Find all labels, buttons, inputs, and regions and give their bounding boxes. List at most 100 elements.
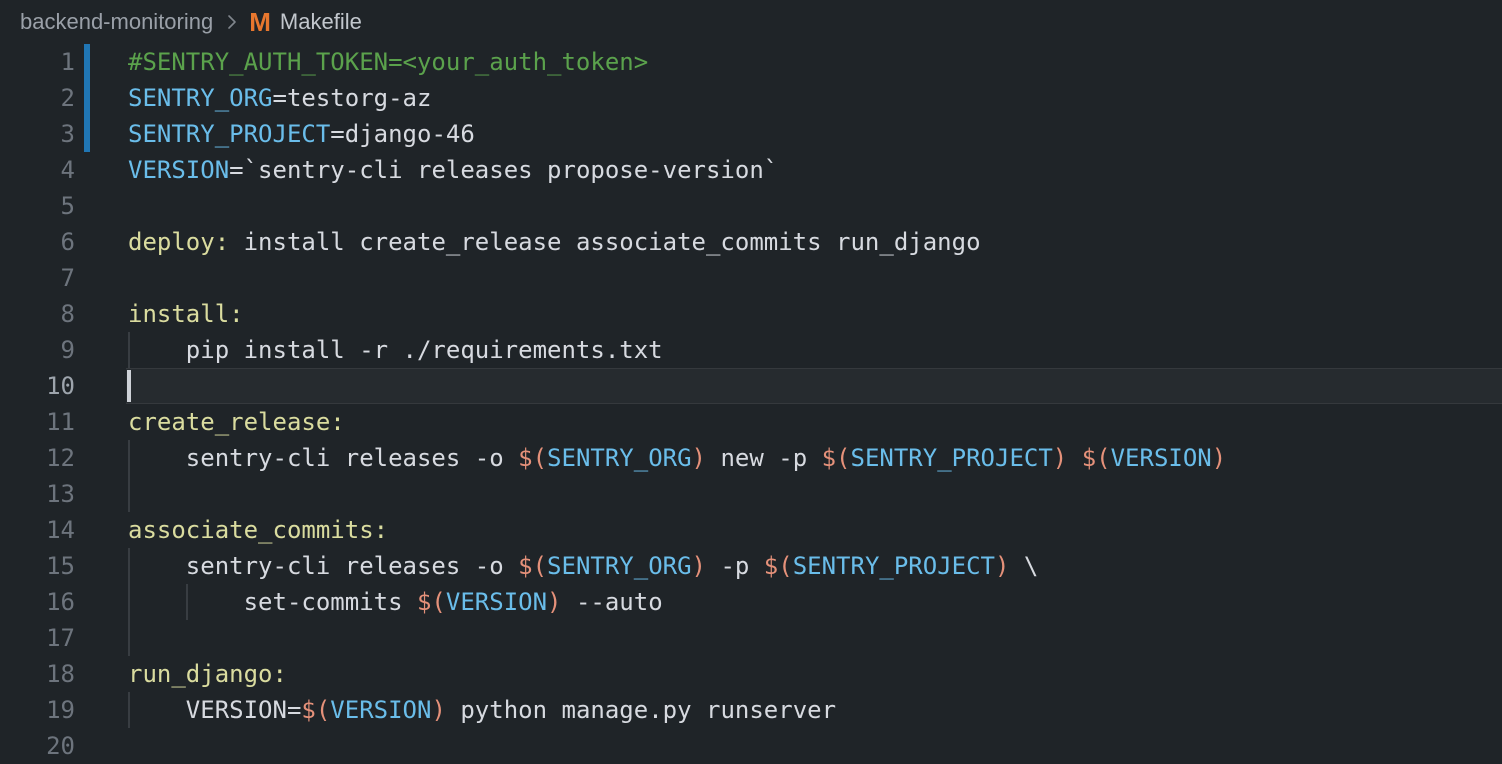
code-line: 3 SENTRY_PROJECT=django-46 (0, 116, 1502, 152)
code-line-text[interactable]: #SENTRY_AUTH_TOKEN=<your_auth_token> (128, 44, 648, 80)
code-line: 12 sentry-cli releases -o $(SENTRY_ORG) … (0, 440, 1502, 476)
code-editor: backend-monitoring M Makefile 1#SENTRY_A… (0, 0, 1502, 764)
code-line: 8 install: (0, 296, 1502, 332)
token-var: SENTRY_PROJECT (851, 444, 1053, 472)
code-line: 13 (0, 476, 1502, 512)
token-interp: $( (417, 588, 446, 616)
line-number: 18 (0, 656, 75, 692)
token-plain (1067, 444, 1081, 472)
makefile-icon: M (249, 9, 271, 35)
code-line-text[interactable]: VERSION=`sentry-cli releases propose-ver… (128, 152, 778, 188)
line-number: 8 (0, 296, 75, 332)
token-target: associate_commits: (128, 516, 388, 544)
line-number: 10 (0, 368, 75, 404)
line-number: 9 (0, 332, 75, 368)
breadcrumb: backend-monitoring M Makefile (0, 0, 1502, 44)
code-line-text[interactable]: pip install -r ./requirements.txt (128, 332, 663, 368)
code-line: 17 (0, 620, 1502, 656)
code-line-text[interactable]: run_django: (128, 656, 287, 692)
token-interp: $( (822, 444, 851, 472)
token-plain: pip install -r ./requirements.txt (128, 336, 663, 364)
code-line-text[interactable]: deploy: install create_release associate… (128, 224, 981, 260)
token-plain: =`sentry-cli releases propose-version` (229, 156, 778, 184)
line-number: 2 (0, 80, 75, 116)
token-comment: #SENTRY_AUTH_TOKEN=<your_auth_token> (128, 48, 648, 76)
line-number: 15 (0, 548, 75, 584)
token-interp: $( (301, 696, 330, 724)
code-line: 1#SENTRY_AUTH_TOKEN=<your_auth_token> (0, 44, 1502, 80)
line-number: 3 (0, 116, 75, 152)
indent-guide (128, 620, 130, 656)
breadcrumb-folder[interactable]: backend-monitoring (20, 9, 213, 35)
code-line: 16 set-commits $(VERSION) --auto (0, 584, 1502, 620)
git-modified-indicator[interactable] (84, 116, 90, 152)
line-number: 16 (0, 584, 75, 620)
token-interp: ) (431, 696, 445, 724)
token-plain: =testorg-az (273, 84, 432, 112)
code-line: 14 associate_commits: (0, 512, 1502, 548)
code-line-text[interactable]: create_release: (128, 404, 345, 440)
code-line-text[interactable]: SENTRY_PROJECT=django-46 (128, 116, 475, 152)
code-line: 4 VERSION=`sentry-cli releases propose-ve… (0, 152, 1502, 188)
token-plain: --auto (562, 588, 663, 616)
git-modified-indicator[interactable] (84, 80, 90, 116)
token-plain: new -p (706, 444, 822, 472)
code-line: 20 (0, 728, 1502, 764)
line-number: 17 (0, 620, 75, 656)
line-number: 4 (0, 152, 75, 188)
token-interp: ) (692, 552, 706, 580)
token-target: deploy: (128, 228, 229, 256)
code-line: 5 (0, 188, 1502, 224)
code-line-text[interactable]: sentry-cli releases -o $(SENTRY_ORG) -p … (128, 548, 1038, 584)
token-interp: ) (995, 552, 1009, 580)
line-number: 11 (0, 404, 75, 440)
editor-lines: 1#SENTRY_AUTH_TOKEN=<your_auth_token>2 SE… (0, 44, 1502, 764)
token-interp: $( (764, 552, 793, 580)
code-line: 6deploy: install create_release associat… (0, 224, 1502, 260)
current-line-highlight (126, 368, 1502, 404)
token-plain: set-commits (128, 588, 417, 616)
token-interp: ) (1212, 444, 1226, 472)
code-line: 10 (0, 368, 1502, 404)
token-var: VERSION (1111, 444, 1212, 472)
token-interp: ) (692, 444, 706, 472)
breadcrumb-file[interactable]: M Makefile (249, 9, 362, 35)
line-number: 19 (0, 692, 75, 728)
token-var: SENTRY_ORG (547, 552, 692, 580)
token-plain: sentry-cli releases -o (128, 552, 518, 580)
token-plain: \ (1009, 552, 1038, 580)
token-interp: ) (547, 588, 561, 616)
code-line: 18 run_django: (0, 656, 1502, 692)
text-cursor (127, 370, 131, 402)
chevron-right-icon (225, 12, 239, 32)
git-modified-indicator[interactable] (84, 44, 90, 80)
token-var: VERSION (446, 588, 547, 616)
code-line-text[interactable]: install: (128, 296, 244, 332)
token-plain: VERSION= (128, 696, 301, 724)
code-line-text[interactable]: associate_commits: (128, 512, 388, 548)
line-number: 20 (0, 728, 75, 764)
line-number: 12 (0, 440, 75, 476)
code-line-text[interactable]: SENTRY_ORG=testorg-az (128, 80, 431, 116)
line-number: 5 (0, 188, 75, 224)
code-line: 2 SENTRY_ORG=testorg-az (0, 80, 1502, 116)
token-var: SENTRY_PROJECT (793, 552, 995, 580)
token-plain: install create_release associate_commits… (229, 228, 980, 256)
token-plain: =django-46 (330, 120, 475, 148)
line-number: 14 (0, 512, 75, 548)
line-number: 13 (0, 476, 75, 512)
token-interp: $( (518, 444, 547, 472)
indent-guide (128, 476, 130, 512)
token-var: VERSION (330, 696, 431, 724)
token-plain: -p (706, 552, 764, 580)
token-plain: sentry-cli releases -o (128, 444, 518, 472)
breadcrumb-file-label: Makefile (280, 9, 362, 35)
token-var: SENTRY_PROJECT (128, 120, 330, 148)
token-interp: $( (1082, 444, 1111, 472)
token-interp: ) (1053, 444, 1067, 472)
code-line-text[interactable]: sentry-cli releases -o $(SENTRY_ORG) new… (128, 440, 1226, 476)
token-plain: python manage.py runserver (446, 696, 836, 724)
code-line-text[interactable]: VERSION=$(VERSION) python manage.py runs… (128, 692, 836, 728)
code-line: 11 create_release: (0, 404, 1502, 440)
code-line-text[interactable]: set-commits $(VERSION) --auto (128, 584, 663, 620)
